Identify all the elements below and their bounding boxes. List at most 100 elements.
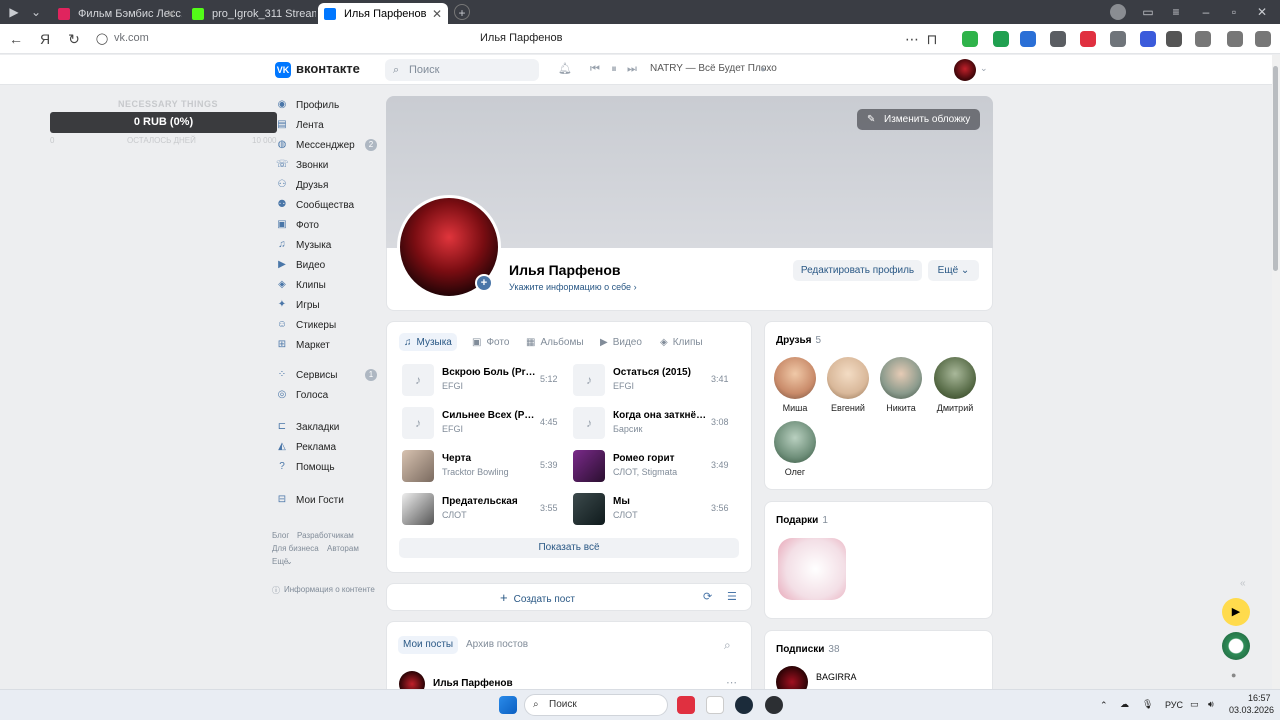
sidebar-item-photo[interactable]: ▣ Фото [276,216,381,234]
footer-info[interactable]: Информация о контенте [284,585,375,594]
friend-item[interactable]: Никита [874,357,928,413]
taskbar-search[interactable]: ⌕ Поиск [524,694,668,716]
extension-icon[interactable] [993,31,1009,47]
prev-track-icon[interactable]: ⏮︎ [588,62,602,76]
chevron-down-icon[interactable]: ⌄ [28,4,44,20]
tab-albums[interactable]: ▦ Альбомы [526,333,584,351]
browser-tab-1[interactable]: Фильм Бэмбис Лесс... ✕ [52,3,182,24]
sidebar-item-market[interactable]: ⊞ Маркет [276,336,381,354]
sidebar-item-video[interactable]: ▶ Видео [276,256,381,274]
filter-icon[interactable]: ☰ [727,590,737,603]
browser-tab-3[interactable]: Илья Парфенов ✕ [318,3,448,24]
vk-logo-text[interactable]: вконтакте [296,61,360,76]
yandex-icon[interactable]: Я [37,31,53,47]
track-item[interactable]: Ромео горит СЛОТ, Stigmata 3:49 [573,450,733,484]
sidebar-item-profile[interactable]: ◉ Профиль [276,96,381,114]
more-icon[interactable]: ⋯ [904,31,920,47]
friend-item[interactable]: Миша [768,357,822,413]
maximize-icon[interactable]: ▫ [1226,4,1242,20]
avatar[interactable] [954,59,976,81]
track-item[interactable]: Мы СЛОТ 3:56 [573,493,733,527]
chevron-down-icon[interactable]: ⌄ [286,557,293,566]
sidebar-item-messenger[interactable]: ◍ Мессенджер 2 [276,136,381,154]
extension-icon[interactable] [1110,31,1126,47]
create-post-button[interactable]: + Создать пост [500,590,575,605]
clock-time[interactable]: 16:57 [1248,693,1271,703]
friend-item[interactable]: Евгений [821,357,875,413]
extension-icon[interactable] [1020,31,1036,47]
scrollbar-thumb[interactable] [1273,66,1278,271]
footer-authors[interactable]: Авторам [327,544,359,553]
track-item[interactable]: Предательская СЛОТ 3:55 [402,493,562,527]
tab-video[interactable]: ▶ Видео [600,333,642,351]
clip-icon[interactable]: ⟳ [703,590,712,603]
next-track-icon[interactable]: ⏭︎ [625,62,639,76]
collections-icon[interactable] [1227,31,1243,47]
more-button[interactable]: Ещё ⌄ [928,260,979,281]
tab-archive[interactable]: Архив постов [466,636,528,654]
play-icon[interactable]: ▶ [1222,598,1250,626]
profile-info-link[interactable]: Укажите информацию о себе › [509,282,637,292]
sidebar-item-feed[interactable]: ▤ Лента [276,116,381,134]
close-window-icon[interactable]: ✕ [1254,4,1270,20]
sidebar-item-stickers[interactable]: ☺ Стикеры [276,316,381,334]
tab-photo[interactable]: ▣ Фото [472,333,509,351]
tray-icon[interactable]: ☁ [1120,699,1129,710]
chevron-up-icon[interactable]: ⌃ [1100,700,1108,711]
chevron-down-icon[interactable]: ⌄ [980,63,988,74]
plus-icon[interactable]: + [475,274,493,292]
download-icon[interactable] [1255,31,1271,47]
gifts-title[interactable]: Подарки 1 [776,515,828,526]
bookmarks-icon[interactable]: ▭ [1140,4,1156,20]
more-icon[interactable]: ⋯ [726,676,737,689]
yandex-browser-icon[interactable] [706,696,724,714]
network-icon[interactable]: ▭ [1190,699,1199,710]
track-item[interactable]: Черта Tracktor Bowling 5:39 [402,450,562,484]
bell-icon[interactable]: 🔔︎ [558,62,572,76]
sidebar-item-bookmarks[interactable]: ⊏ Закладки [276,418,381,436]
bookmark-icon[interactable]: ⊓ [924,31,940,47]
url-field[interactable]: vk.com [114,32,149,44]
sidebar-item-games[interactable]: ✦ Игры [276,296,381,314]
sidebar-item-guests[interactable]: ⊟ Мои Гости [276,491,381,509]
track-item[interactable]: ♪ Сильнее Всех (Pro... EFGI 4:45 [402,407,562,441]
friend-item[interactable]: Дмитрий [928,357,982,413]
close-icon[interactable]: ✕ [432,7,442,21]
extension-icon[interactable] [962,31,978,47]
tab-music[interactable]: ♫ Музыка [399,333,457,351]
reload-icon[interactable]: ↻ [66,31,82,47]
browser-tab-2[interactable]: pro_Igrok_311 Stream - W... [186,3,316,24]
show-all-button[interactable]: Показать всё [399,538,739,558]
search-input[interactable]: ⌕ Поиск [385,59,539,81]
extension-icon[interactable] [1166,31,1182,47]
sidebar-item-calls[interactable]: ☏ Звонки [276,156,381,174]
sidebar-item-communities[interactable]: ⚉ Сообщества [276,196,381,214]
extension-icon[interactable] [1080,31,1096,47]
gift-sticker[interactable] [778,538,846,600]
sidebar-item-services[interactable]: ⁘ Сервисы 1 [276,366,381,384]
change-cover-button[interactable]: ✎ Изменить обложку [857,109,980,130]
edit-profile-button[interactable]: Редактировать профиль [793,260,922,281]
footer-blog[interactable]: Блог [272,531,289,540]
clock-date[interactable]: 03.03.2026 [1229,705,1274,715]
post-author[interactable]: Илья Парфенов [433,678,513,689]
profile-icon[interactable] [1110,4,1126,20]
minimize-icon[interactable]: – [1198,4,1214,20]
sidebar-item-music[interactable]: ♫ Музыка [276,236,381,254]
track-item[interactable]: ♪ Вскрою Боль (Prod... EFGI 5:12 [402,364,562,398]
subscription-name[interactable]: BAGIRRA [816,672,857,682]
sidebar-item-clips[interactable]: ◈ Клипы [276,276,381,294]
track-item[interactable]: ♪ Остаться (2015) EFGI 3:41 [573,364,733,398]
track-item[interactable]: ♪ Когда она заткнётся Барсик 3:08 [573,407,733,441]
app-icon[interactable] [765,696,783,714]
close-icon[interactable]: ✕ [166,7,176,21]
chat-icon[interactable]: ● [1231,670,1236,680]
microphone-icon[interactable]: 🎙︎ [1142,699,1153,710]
assistant-icon[interactable] [1222,632,1250,660]
search-icon[interactable]: ⌕ [724,638,731,653]
tab-my-posts[interactable]: Мои посты [398,636,459,654]
extension-icon[interactable] [1140,31,1156,47]
extension-icon[interactable] [1050,31,1066,47]
new-tab-icon[interactable]: + [454,4,470,20]
pause-icon[interactable]: ⏸︎ [607,62,621,76]
